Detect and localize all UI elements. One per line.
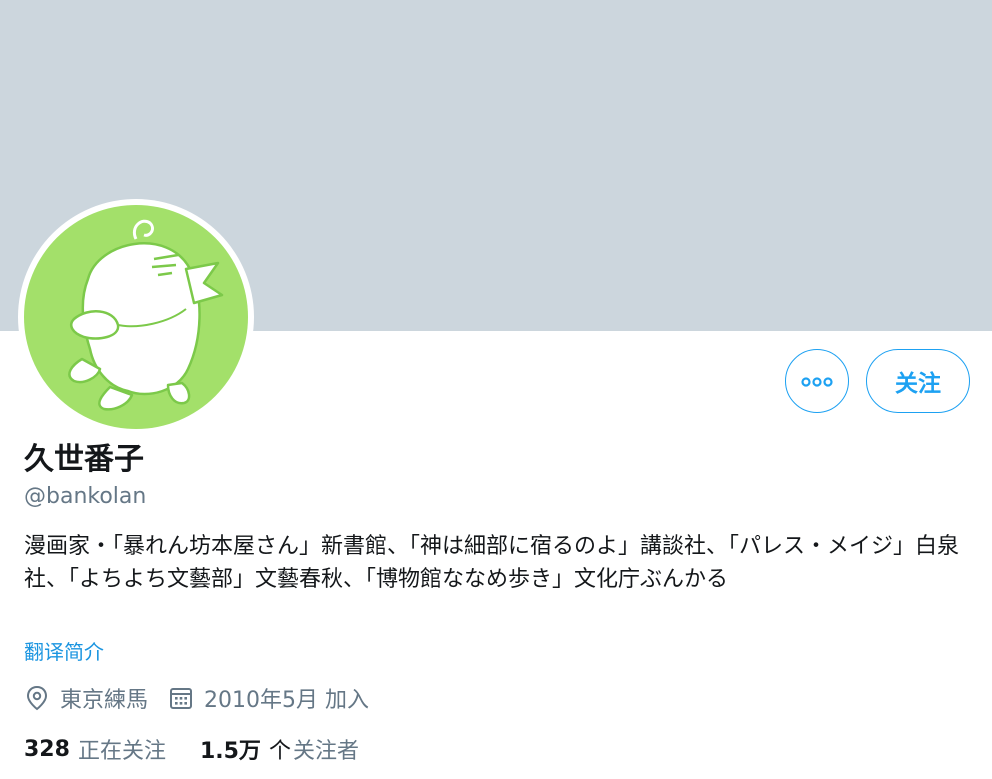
- calendar-icon: [168, 685, 194, 711]
- followers-count: 1.5万: [199, 739, 261, 764]
- profile-location: 東京練馬: [24, 682, 148, 714]
- more-options-button[interactable]: [785, 349, 849, 413]
- profile-join-date: 2010年5月 加入: [168, 682, 369, 714]
- follow-button[interactable]: 关注: [866, 349, 970, 413]
- translate-bio-link[interactable]: 翻译简介: [24, 637, 104, 667]
- join-date-text: 2010年5月 加入: [204, 688, 369, 713]
- following-label: 正在关注: [77, 739, 166, 764]
- profile-stats: 328 正在关注 1.5万 个 关注者: [24, 731, 359, 767]
- following-stat[interactable]: 328 正在关注: [24, 733, 166, 765]
- followers-unit: 个: [268, 739, 291, 764]
- following-count: 328: [24, 736, 70, 762]
- profile-handle: @bankolan: [24, 484, 147, 509]
- more-dots-icon: [801, 372, 833, 391]
- profile-bio: 漫画家・「暴れん坊本屋さん」新書館、「神は細部に宿るのよ」講談社、「パレス・メイ…: [24, 534, 960, 592]
- followers-label: 关注者: [292, 739, 359, 764]
- location-text: 東京練馬: [60, 688, 149, 713]
- profile-meta: 東京練馬 2010年5月 加入: [24, 680, 369, 716]
- profile-name: 久世番子: [24, 442, 144, 477]
- location-pin-icon: [24, 685, 50, 711]
- profile-avatar[interactable]: [18, 199, 254, 435]
- followers-stat[interactable]: 1.5万 个 关注者: [200, 733, 359, 765]
- avatar-illustration: [24, 205, 248, 429]
